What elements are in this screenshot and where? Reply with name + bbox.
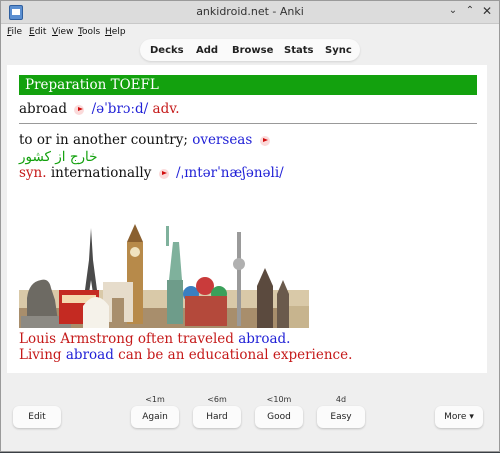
sync-button[interactable]: Sync bbox=[325, 45, 352, 56]
title-bar: ankidroid.net - Anki ⌄ ⌃ ✕ bbox=[1, 1, 499, 24]
hard-interval: <6m bbox=[207, 395, 227, 404]
menu-help[interactable]: Help bbox=[105, 27, 126, 37]
definition: to or in another country; bbox=[19, 132, 188, 148]
card-content: Preparation TOEFL abroad /əˈbrɔːd/ adv. … bbox=[7, 65, 487, 373]
anki-window: ankidroid.net - Anki ⌄ ⌃ ✕ File Edit Vie… bbox=[0, 0, 500, 452]
menu-view[interactable]: View bbox=[52, 27, 73, 37]
easy-button[interactable]: Easy bbox=[317, 406, 365, 428]
edit-button[interactable]: Edit bbox=[13, 406, 61, 428]
menu-tools[interactable]: Tools bbox=[78, 27, 100, 37]
minimize-icon[interactable]: ⌄ bbox=[445, 3, 461, 19]
persian-translation: خارج از کشور bbox=[19, 149, 98, 165]
landmarks-image bbox=[19, 220, 309, 328]
play-audio-icon[interactable] bbox=[74, 104, 85, 115]
more-button[interactable]: More ▾ bbox=[435, 406, 483, 428]
play-audio-icon[interactable] bbox=[158, 168, 169, 179]
synonym-line: syn. internationally /ˌɪntərˈnæʃənəli/ bbox=[19, 165, 284, 181]
again-interval: <1m bbox=[145, 395, 165, 404]
menu-edit[interactable]: Edit bbox=[29, 27, 46, 37]
window-title: ankidroid.net - Anki bbox=[196, 5, 304, 18]
example-2-text-post: can be an educational experience. bbox=[118, 347, 353, 363]
syn-pronunciation: /ˌɪntərˈnæʃənəli/ bbox=[175, 165, 284, 181]
good-button[interactable]: Good bbox=[255, 406, 303, 428]
example-2-word: abroad bbox=[65, 347, 114, 363]
close-icon[interactable]: ✕ bbox=[479, 3, 495, 19]
hard-button[interactable]: Hard bbox=[193, 406, 241, 428]
easy-interval: 4d bbox=[335, 395, 347, 404]
maximize-icon[interactable]: ⌃ bbox=[462, 3, 478, 19]
definition-line: to or in another country; overseas bbox=[19, 132, 273, 148]
add-button[interactable]: Add bbox=[196, 45, 218, 56]
play-audio-icon[interactable] bbox=[259, 135, 270, 146]
syn-word: internationally bbox=[50, 165, 152, 181]
menu-bar: File Edit View Tools Help bbox=[1, 24, 499, 40]
synonym-link: overseas bbox=[192, 132, 253, 148]
divider bbox=[19, 123, 477, 124]
syn-label: syn. bbox=[19, 165, 47, 181]
good-interval: <10m bbox=[266, 395, 292, 404]
example-1: Louis Armstrong often traveled abroad. bbox=[19, 331, 290, 347]
main-toolbar: Decks Add Browse Stats Sync bbox=[140, 39, 360, 61]
pronunciation: /əˈbrɔːd/ bbox=[91, 101, 149, 117]
deck-title-bar: Preparation TOEFL bbox=[19, 75, 477, 95]
browse-button[interactable]: Browse bbox=[232, 45, 273, 56]
word: abroad bbox=[19, 101, 67, 117]
word-line: abroad /əˈbrɔːd/ adv. bbox=[19, 101, 180, 117]
again-button[interactable]: Again bbox=[131, 406, 179, 428]
decks-button[interactable]: Decks bbox=[150, 45, 184, 56]
menu-file[interactable]: File bbox=[7, 27, 22, 37]
example-1-text: Louis Armstrong often traveled bbox=[19, 331, 234, 347]
example-2: Living abroad can be an educational expe… bbox=[19, 347, 352, 363]
answer-bar: Edit <1m Again <6m Hard <10m Good 4d Eas… bbox=[1, 373, 499, 453]
part-of-speech: adv. bbox=[152, 101, 180, 117]
stats-button[interactable]: Stats bbox=[284, 45, 313, 56]
example-2-text-pre: Living bbox=[19, 347, 62, 363]
example-1-word: abroad. bbox=[238, 331, 291, 347]
